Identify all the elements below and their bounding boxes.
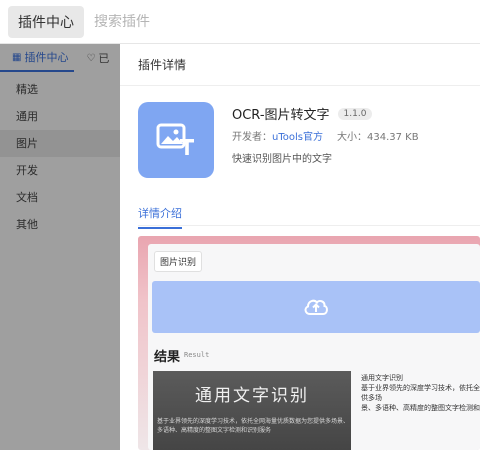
preview-card: 图片识别 结果 Result 通用文字识别 基于业界领先的深度学习技术，依托全网… — [148, 244, 480, 450]
result-sub-label: Result — [184, 351, 210, 359]
plugin-description: 快速识别图片中的文字 — [232, 154, 332, 165]
image-text-icon — [156, 123, 194, 155]
top-bar: 插件中心 — [0, 0, 480, 44]
plugin-logo-icon — [138, 102, 214, 178]
plugin-name-row: OCR-图片转文字 1.1.0 — [232, 104, 373, 123]
result-text: 通用文字识别 基于业界领先的深度学习技术，依托全 供多场 景、多语种、高精度的整… — [361, 374, 480, 412]
preview-screenshot: 图片识别 结果 Result 通用文字识别 基于业界领先的深度学习技术，依托全网… — [138, 236, 480, 450]
detail-tabs: 详情介绍 — [138, 202, 480, 229]
plugin-name: OCR-图片转文字 — [232, 108, 330, 123]
plugin-size: 大小：434.37 KB — [336, 132, 419, 143]
sample-image: 通用文字识别 基于业界领先的深度学习技术，依托全网海量优质数据为您提供多场景、多… — [153, 371, 351, 450]
sample-image-title: 通用文字识别 — [195, 386, 309, 406]
upload-cloud-icon — [304, 299, 328, 315]
plugin-info: OCR-图片转文字 1.1.0 开发者： uTools官方 大小：434.37 … — [120, 86, 480, 196]
sample-image-caption: 基于业界领先的深度学习技术，依托全网海量优质数据为您提供多场景、多语种、高精度的… — [157, 418, 350, 434]
plugin-center-tag[interactable]: 插件中心 — [8, 5, 84, 38]
developer-label: 开发者： — [232, 132, 272, 143]
upload-area — [152, 281, 480, 333]
developer-link[interactable]: uTools官方 — [272, 128, 323, 143]
plugin-detail-panel: 插件详情 OCR-图片转文字 1.1.0 开发者： uTools官方 大小：43… — [120, 44, 480, 450]
version-badge: 1.1.0 — [337, 107, 373, 120]
plugin-meta: 开发者： uTools官方 大小：434.37 KB — [232, 128, 419, 143]
result-label: 结果 — [154, 350, 181, 365]
search-input[interactable] — [94, 13, 394, 30]
preview-card-title: 图片识别 — [154, 251, 203, 272]
tab-details[interactable]: 详情介绍 — [138, 205, 182, 229]
panel-title: 插件详情 — [120, 44, 480, 86]
